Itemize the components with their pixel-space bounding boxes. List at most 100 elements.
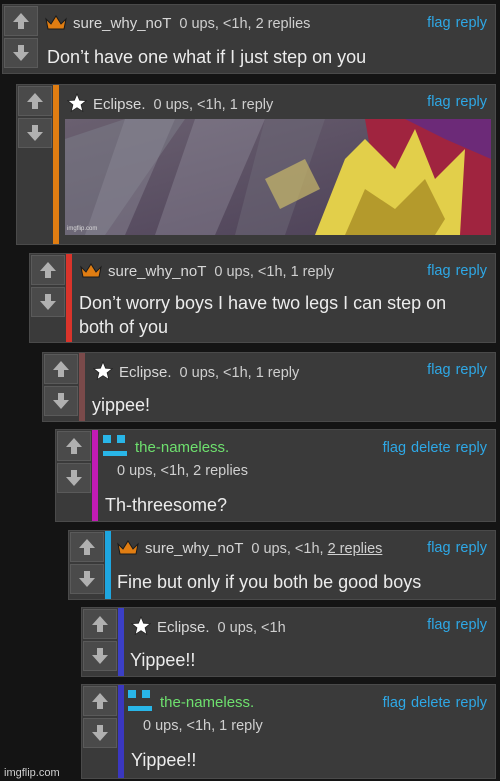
comment-meta: sure_why_noT 0 ups, <1h, 2 replies	[45, 14, 310, 34]
reply-link[interactable]: reply	[456, 263, 487, 279]
username[interactable]: Eclipse.	[119, 364, 172, 381]
downvote-button[interactable]	[70, 564, 104, 594]
comment: Eclipse. 0 ups, <1h, 1 reply flag reply im…	[16, 84, 496, 245]
vote-column	[56, 430, 92, 495]
comment-text: Fine but only if you both be good boys	[117, 572, 422, 592]
robot-badge-icon	[101, 433, 129, 463]
comment-meta: Eclipse. 0 ups, <1h	[130, 615, 286, 640]
comment-stats: 0 ups, <1h, 1 reply	[153, 96, 274, 113]
thread-bar	[66, 254, 72, 342]
delete-link[interactable]: delete	[411, 695, 451, 711]
username[interactable]: sure_why_noT	[73, 15, 171, 32]
reply-link[interactable]: reply	[456, 695, 487, 711]
flag-link[interactable]: flag	[383, 695, 406, 711]
downvote-button[interactable]	[83, 641, 117, 671]
downvote-button[interactable]	[31, 287, 65, 317]
vote-column	[82, 608, 118, 673]
username[interactable]: Eclipse.	[157, 619, 210, 636]
arrow-up-icon	[40, 262, 56, 278]
vote-column	[3, 5, 39, 70]
arrow-down-icon	[79, 571, 95, 587]
vote-column	[30, 254, 66, 319]
upvote-button[interactable]	[18, 86, 52, 116]
delete-link[interactable]: delete	[411, 440, 451, 456]
comment-actions: flag reply	[422, 15, 487, 31]
reply-link[interactable]: reply	[456, 362, 487, 378]
flag-link[interactable]: flag	[427, 94, 450, 110]
comment-text: Th-threesome?	[105, 495, 228, 515]
thread-bar	[92, 430, 98, 521]
downvote-button[interactable]	[4, 38, 38, 68]
comment-actions: flag reply	[422, 263, 487, 279]
thread-bar	[118, 608, 124, 676]
comment-meta: sure_why_noT 0 ups, <1h, 2 replies	[117, 539, 382, 559]
comment-meta: the-nameless.	[101, 433, 229, 463]
reply-link[interactable]: reply	[456, 94, 487, 110]
comment-stats: 0 ups, <1h,	[251, 540, 324, 557]
comment-text: both of you	[79, 317, 169, 337]
vote-column	[17, 85, 53, 150]
comment-stats: 0 ups, <1h	[217, 619, 286, 636]
username[interactable]: the-nameless.	[135, 439, 229, 456]
comment-meta: Eclipse. 0 ups, <1h, 1 reply	[66, 92, 274, 117]
arrow-up-icon	[92, 616, 108, 632]
flag-link[interactable]: flag	[427, 617, 450, 633]
thread-bar	[79, 353, 85, 421]
comment: Eclipse. 0 ups, <1h flag reply Yippee!!	[81, 607, 496, 677]
username[interactable]: Eclipse.	[93, 96, 146, 113]
anime-image	[65, 119, 491, 235]
upvote-button[interactable]	[4, 6, 38, 36]
flag-link[interactable]: flag	[427, 362, 450, 378]
flag-link[interactable]: flag	[427, 540, 450, 556]
arrow-down-icon	[66, 470, 82, 486]
flag-link[interactable]: flag	[427, 263, 450, 279]
reply-link[interactable]: reply	[456, 15, 487, 31]
comment-stats: 0 ups, <1h, 1 reply	[179, 364, 300, 381]
upvote-button[interactable]	[70, 532, 104, 562]
upvote-button[interactable]	[31, 255, 65, 285]
arrow-up-icon	[27, 93, 43, 109]
thread-bar	[118, 685, 124, 778]
upvote-button[interactable]	[57, 431, 91, 461]
robot-badge-icon	[126, 688, 154, 718]
comment-stats: 0 ups, <1h, 2 replies	[117, 463, 248, 479]
arrow-down-icon	[13, 45, 29, 61]
reply-link[interactable]: reply	[456, 540, 487, 556]
comment-actions: flag reply	[422, 362, 487, 378]
comment: sure_why_noT 0 ups, <1h, 2 replies flag re…	[68, 530, 496, 600]
comment-meta: sure_why_noT 0 ups, <1h, 1 reply	[80, 262, 334, 282]
reply-link[interactable]: reply	[456, 617, 487, 633]
upvote-button[interactable]	[83, 686, 117, 716]
star-badge-icon	[92, 360, 114, 385]
arrow-up-icon	[79, 539, 95, 555]
downvote-button[interactable]	[44, 386, 78, 416]
comment-meta: the-nameless.	[126, 688, 254, 718]
comment: sure_why_noT 0 ups, <1h, 1 reply flag repl…	[29, 253, 496, 343]
downvote-button[interactable]	[83, 718, 117, 748]
upvote-button[interactable]	[44, 354, 78, 384]
comment: the-nameless. flag delete reply 0 ups, <1h…	[81, 684, 496, 779]
thread-bar	[105, 531, 111, 599]
comment-actions: flag delete reply	[378, 695, 487, 711]
star-badge-icon	[66, 92, 88, 117]
upvote-button[interactable]	[83, 609, 117, 639]
comment-stats: 0 ups, <1h, 2 replies	[179, 15, 311, 32]
comment-actions: flag reply	[422, 540, 487, 556]
comment-stats: 0 ups, <1h, 1 reply	[214, 263, 335, 280]
reply-link[interactable]: reply	[456, 440, 487, 456]
username[interactable]: the-nameless.	[160, 694, 254, 711]
username[interactable]: sure_why_noT	[108, 263, 206, 280]
username[interactable]: sure_why_noT	[145, 540, 243, 557]
comment-text: yippee!	[92, 395, 151, 415]
vote-column	[43, 353, 79, 418]
comment-stats: 0 ups, <1h, 1 reply	[143, 718, 263, 734]
flag-link[interactable]: flag	[383, 440, 406, 456]
replies-link[interactable]: 2 replies	[328, 541, 383, 557]
downvote-button[interactable]	[18, 118, 52, 148]
arrow-up-icon	[13, 13, 29, 29]
crown-badge-icon	[45, 14, 67, 34]
flag-link[interactable]: flag	[427, 15, 450, 31]
downvote-button[interactable]	[57, 463, 91, 493]
comment-image[interactable]: imgflip.com	[65, 119, 491, 235]
arrow-up-icon	[92, 693, 108, 709]
